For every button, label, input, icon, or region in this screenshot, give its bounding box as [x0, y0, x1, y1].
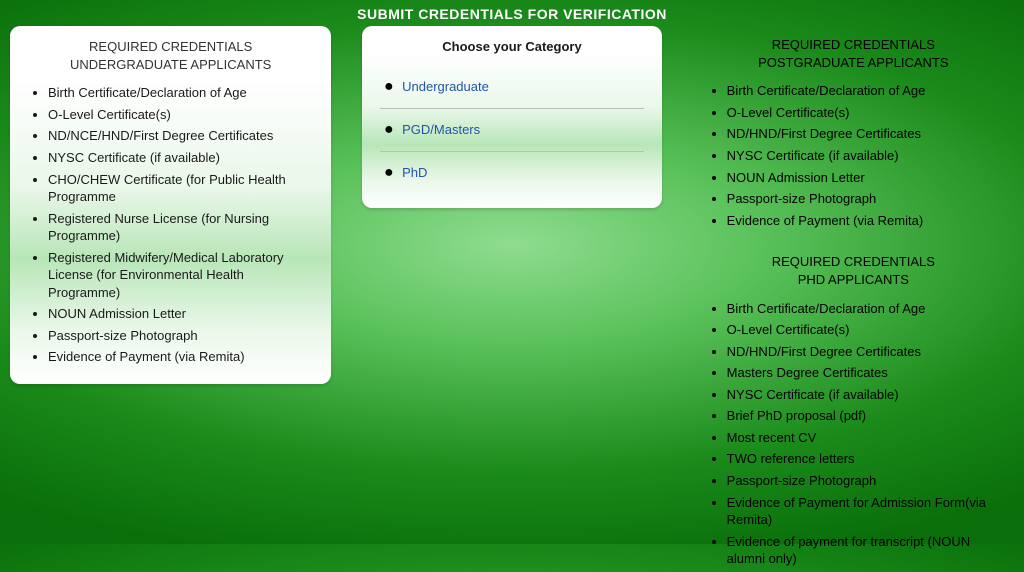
left-column: REQUIRED CREDENTIALS UNDERGRADUATE APPLI…: [0, 26, 341, 572]
list-item: ND/NCE/HND/First Degree Certificates: [48, 127, 313, 145]
list-item: O-Level Certificate(s): [48, 106, 313, 124]
list-item: Most recent CV: [727, 429, 1000, 447]
list-item: O-Level Certificate(s): [727, 104, 1000, 122]
page-title: SUBMIT CREDENTIALS FOR VERIFICATION: [0, 0, 1024, 26]
list-item: Birth Certificate/Declaration of Age: [727, 82, 1000, 100]
list-item: ND/HND/First Degree Certificates: [727, 343, 1000, 361]
list-item: Registered Nurse License (for Nursing Pr…: [48, 210, 313, 245]
center-column: Choose your Category ● Undergraduate● PG…: [341, 26, 682, 572]
undergrad-list: Birth Certificate/Declaration of Age O-Le…: [28, 84, 313, 366]
undergrad-heading-line1: REQUIRED CREDENTIALS: [89, 39, 252, 54]
postgrad-heading: REQUIRED CREDENTIALS POSTGRADUATE APPLIC…: [707, 36, 1000, 72]
category-heading: Choose your Category: [380, 38, 644, 56]
list-item: NOUN Admission Letter: [727, 169, 1000, 187]
category-item: ● PhD: [380, 152, 644, 194]
list-item: Birth Certificate/Declaration of Age: [727, 300, 1000, 318]
postgrad-list: Birth Certificate/Declaration of Age O-Le…: [707, 82, 1000, 229]
undergrad-heading: REQUIRED CREDENTIALS UNDERGRADUATE APPLI…: [28, 38, 313, 74]
list-item: Registered Midwifery/Medical Laboratory …: [48, 249, 313, 302]
bullet-icon: ●: [384, 164, 394, 181]
bullet-icon: ●: [384, 78, 394, 95]
phd-heading: REQUIRED CREDENTIALS PHD APPLICANTS: [707, 253, 1000, 289]
phd-heading-line1: REQUIRED CREDENTIALS: [772, 254, 935, 269]
category-list: ● Undergraduate● PGD/Masters● PhD: [380, 66, 644, 194]
list-item: Passport-size Photograph: [727, 472, 1000, 490]
list-item: Evidence of payment for transcript (NOUN…: [727, 533, 1000, 568]
list-item: NYSC Certificate (if available): [727, 147, 1000, 165]
category-item: ● Undergraduate: [380, 66, 644, 109]
list-item: Evidence of Payment (via Remita): [48, 348, 313, 366]
list-item: Brief PhD proposal (pdf): [727, 407, 1000, 425]
list-item: Evidence of Payment for Admission Form(v…: [727, 494, 1000, 529]
list-item: CHO/CHEW Certificate (for Public Health …: [48, 171, 313, 206]
category-item: ● PGD/Masters: [380, 109, 644, 152]
list-item: TWO reference letters: [727, 450, 1000, 468]
undergrad-heading-line2: UNDERGRADUATE APPLICANTS: [70, 57, 271, 72]
list-item: NYSC Certificate (if available): [48, 149, 313, 167]
category-link-phd[interactable]: PhD: [402, 165, 427, 180]
phd-block: REQUIRED CREDENTIALS PHD APPLICANTS Birt…: [693, 243, 1014, 567]
list-item: Evidence of Payment (via Remita): [727, 212, 1000, 230]
list-item: ND/HND/First Degree Certificates: [727, 125, 1000, 143]
list-item: Passport-size Photograph: [48, 327, 313, 345]
phd-list: Birth Certificate/Declaration of Age O-Le…: [707, 300, 1000, 568]
phd-heading-line2: PHD APPLICANTS: [798, 272, 909, 287]
postgraduate-block: REQUIRED CREDENTIALS POSTGRADUATE APPLIC…: [693, 26, 1014, 229]
undergraduate-card: REQUIRED CREDENTIALS UNDERGRADUATE APPLI…: [10, 26, 331, 384]
list-item: Passport-size Photograph: [727, 190, 1000, 208]
list-item: O-Level Certificate(s): [727, 321, 1000, 339]
right-column: REQUIRED CREDENTIALS POSTGRADUATE APPLIC…: [683, 26, 1024, 572]
category-card: Choose your Category ● Undergraduate● PG…: [362, 26, 662, 208]
list-item: NOUN Admission Letter: [48, 305, 313, 323]
category-link-pgd-masters[interactable]: PGD/Masters: [402, 122, 480, 137]
postgrad-heading-line1: REQUIRED CREDENTIALS: [772, 37, 935, 52]
category-link-undergraduate[interactable]: Undergraduate: [402, 79, 489, 94]
columns-container: REQUIRED CREDENTIALS UNDERGRADUATE APPLI…: [0, 26, 1024, 572]
bullet-icon: ●: [384, 121, 394, 138]
list-item: Birth Certificate/Declaration of Age: [48, 84, 313, 102]
postgrad-heading-line2: POSTGRADUATE APPLICANTS: [758, 55, 948, 70]
list-item: Masters Degree Certificates: [727, 364, 1000, 382]
list-item: NYSC Certificate (if available): [727, 386, 1000, 404]
